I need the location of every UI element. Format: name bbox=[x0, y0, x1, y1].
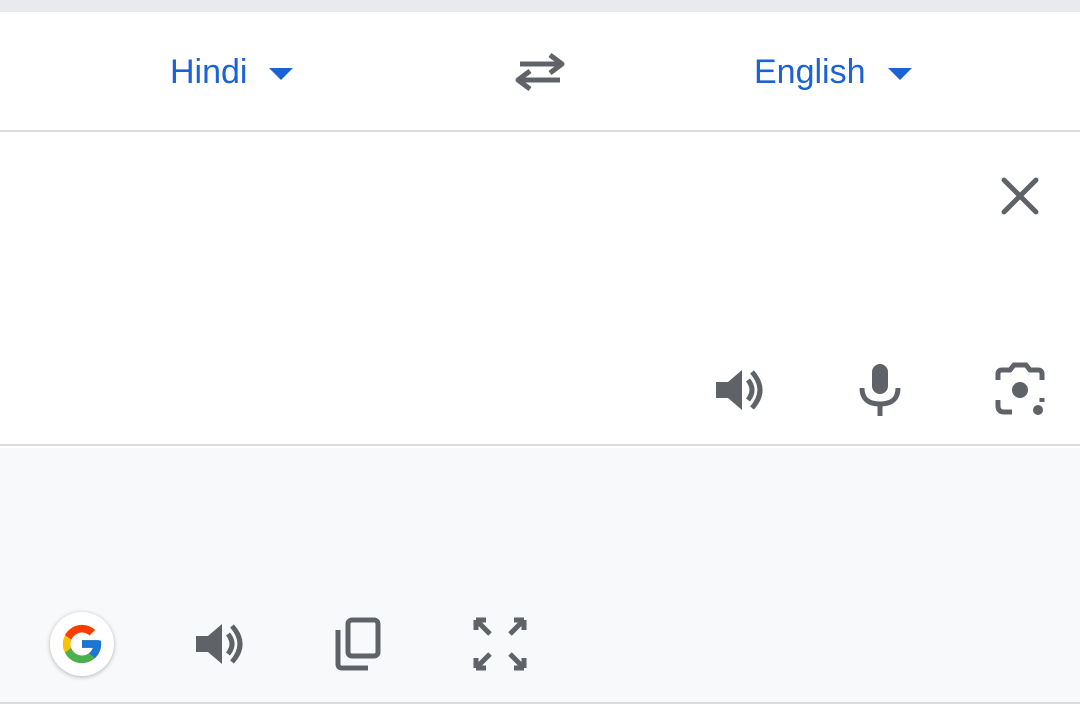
source-language-selector[interactable]: Hindi bbox=[170, 48, 294, 96]
target-language-selector[interactable]: English bbox=[754, 48, 912, 96]
source-text[interactable] bbox=[40, 168, 940, 234]
google-g-icon[interactable] bbox=[50, 612, 114, 676]
source-input-panel bbox=[0, 134, 1080, 446]
speaker-icon[interactable] bbox=[710, 360, 770, 420]
dropdown-caret-icon bbox=[269, 68, 294, 80]
camera-lens-icon[interactable] bbox=[990, 360, 1050, 420]
fullscreen-icon[interactable] bbox=[470, 614, 530, 674]
target-language-label: English bbox=[754, 52, 866, 91]
translation-result-panel bbox=[0, 448, 1080, 704]
source-language-label: Hindi bbox=[170, 52, 248, 91]
close-icon[interactable] bbox=[996, 172, 1044, 220]
microphone-icon[interactable] bbox=[850, 360, 910, 420]
dropdown-caret-icon bbox=[887, 68, 912, 80]
status-area-strip bbox=[0, 0, 1080, 12]
speaker-icon[interactable] bbox=[190, 614, 250, 674]
translation-text bbox=[40, 478, 1040, 544]
language-bar: Hindi English bbox=[0, 12, 1080, 132]
copy-icon[interactable] bbox=[330, 614, 390, 674]
swap-arrows-icon[interactable] bbox=[510, 50, 570, 94]
